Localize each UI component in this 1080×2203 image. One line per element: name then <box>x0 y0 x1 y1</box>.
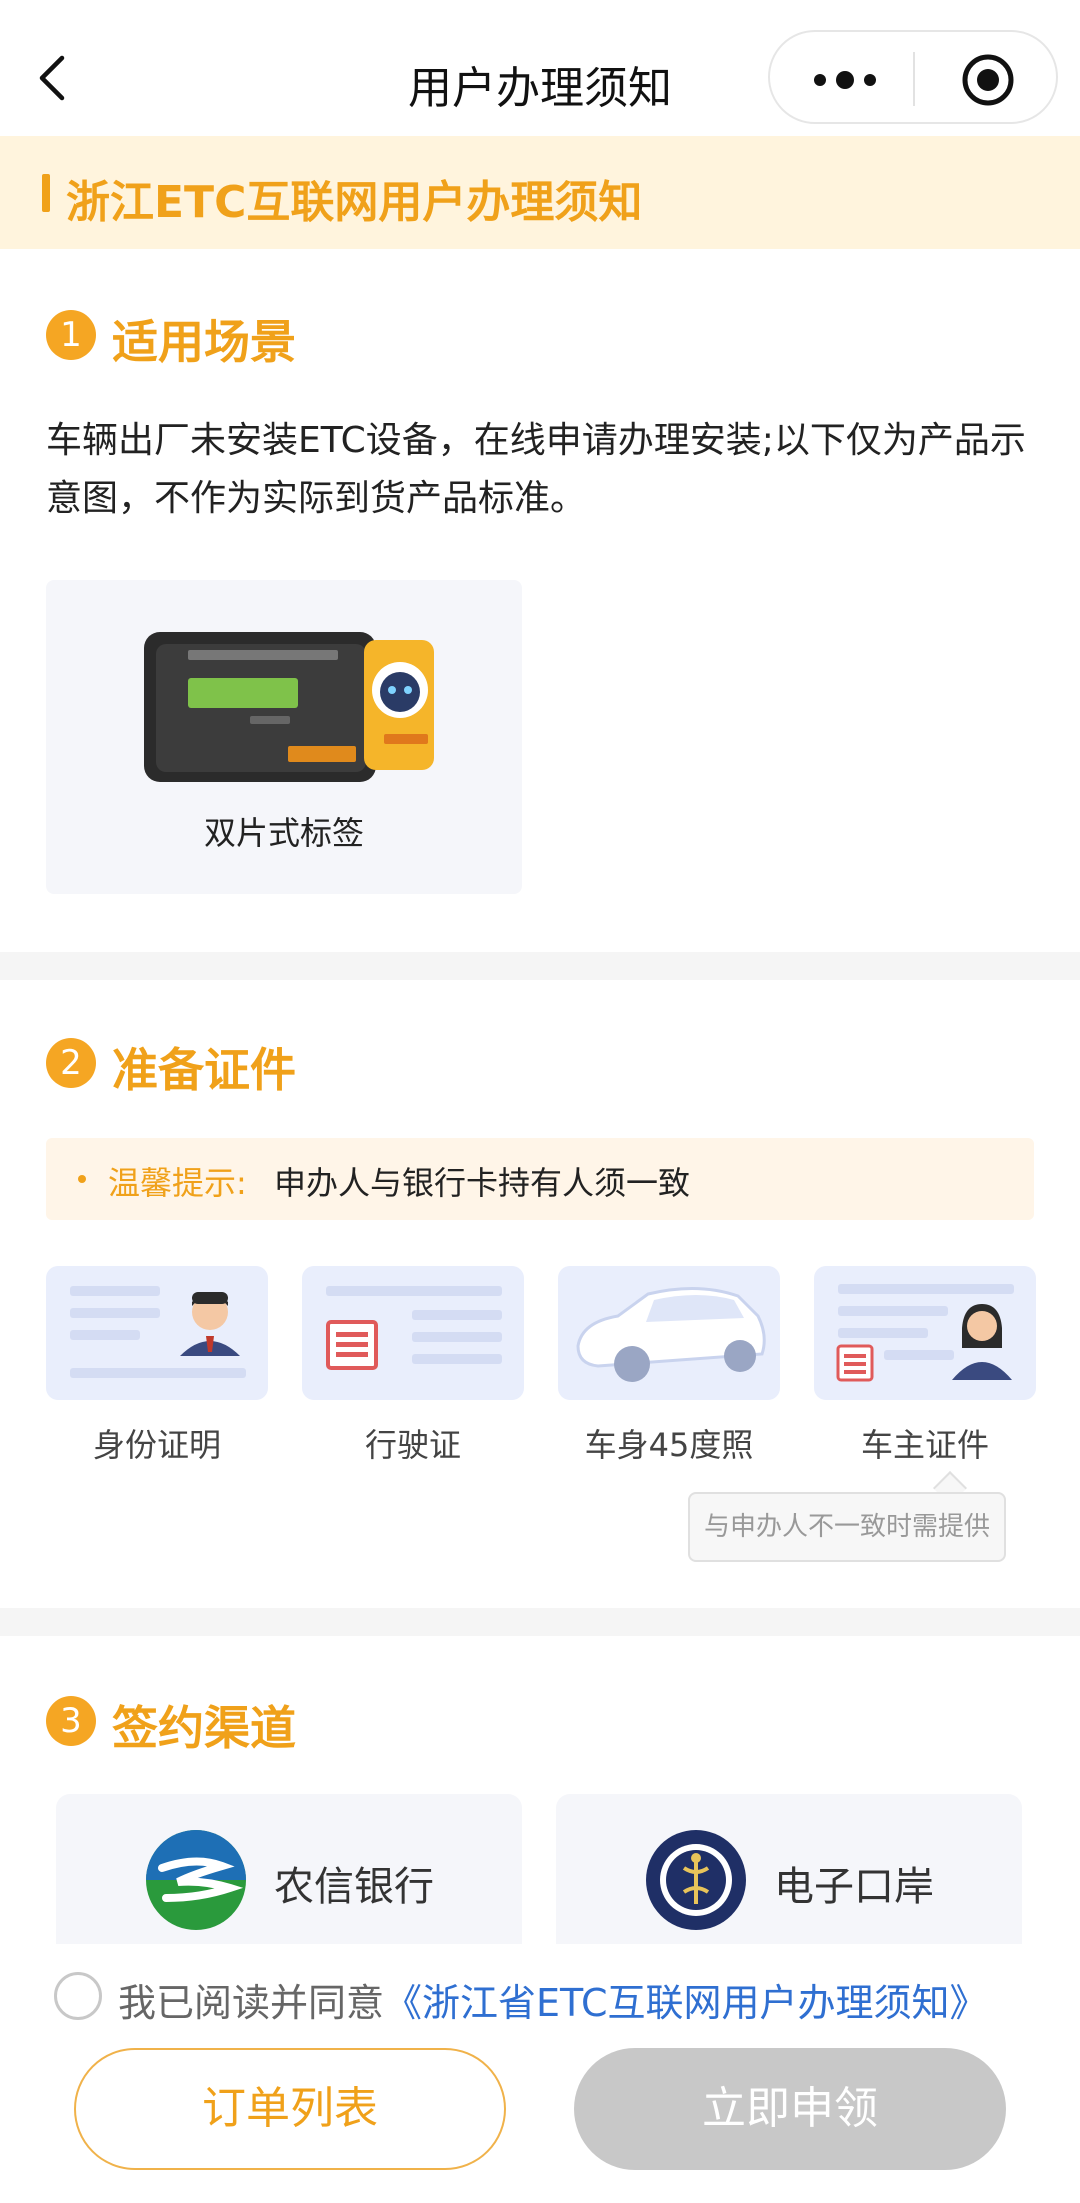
mini-program-capsule <box>768 30 1058 124</box>
channel-card-rural-bank[interactable]: 农信银行 <box>56 1794 522 1954</box>
bottom-action-bar: 我已阅读并同意《浙江省ETC互联网用户办理须知》 订单列表 立即申领 <box>0 1944 1080 2203</box>
tip-text: 申办人与银行卡持有人须一致 <box>274 1164 691 1202</box>
header-banner: 浙江ETC互联网用户办理须知 <box>0 136 1080 249</box>
warm-tip: 温馨提示: 申办人与银行卡持有人须一致 <box>46 1138 1034 1220</box>
section-title: 准备证件 <box>112 1043 296 1097</box>
channel-name: 农信银行 <box>274 1864 434 1910</box>
channel-name: 电子口岸 <box>774 1864 934 1910</box>
banner-accent-bar <box>42 174 50 212</box>
driving-license-icon <box>302 1266 524 1400</box>
section-divider <box>0 952 1080 980</box>
rural-credit-bank-logo <box>146 1830 246 1930</box>
section-number: 2 <box>46 1038 96 1088</box>
section-number: 3 <box>46 1696 96 1746</box>
product-caption: 双片式标签 <box>203 814 364 852</box>
section-title: 签约渠道 <box>112 1701 296 1755</box>
more-dots-icon[interactable] <box>810 60 880 100</box>
owner-tooltip: 与申办人不一致时需提供 <box>688 1492 1006 1562</box>
order-list-button[interactable]: 订单列表 <box>74 2048 506 2170</box>
e-port-logo <box>646 1830 746 1930</box>
record-icon[interactable] <box>960 52 1016 108</box>
owner-id-icon <box>814 1266 1036 1400</box>
capsule-divider <box>913 52 915 106</box>
agreement-text: 我已阅读并同意《浙江省ETC互联网用户办理须知》 <box>118 1972 988 2027</box>
doc-label-license: 行驶证 <box>364 1426 461 1464</box>
agreement-row: 我已阅读并同意《浙江省ETC互联网用户办理须知》 <box>54 1968 1064 2027</box>
banner-title: 浙江ETC互联网用户办理须知 <box>66 177 643 228</box>
section-divider <box>0 1608 1080 1636</box>
nav-bar: 用户办理须知 <box>0 0 1080 135</box>
agreement-prefix: 我已阅读并同意 <box>118 1981 385 2025</box>
scenario-description: 车辆出厂未安装ETC设备，在线申请办理安装;以下仅为产品示意图，不作为实际到货产… <box>46 420 1026 519</box>
section-title: 适用场景 <box>112 315 296 369</box>
doc-label-car-photo: 车身45度照 <box>584 1426 754 1464</box>
car-photo-icon <box>558 1266 780 1400</box>
tip-label: 温馨提示: <box>108 1164 247 1202</box>
agreement-radio[interactable] <box>54 1972 102 2020</box>
section-number: 1 <box>46 310 96 360</box>
channel-card-e-port[interactable]: 电子口岸 <box>556 1794 1022 1954</box>
apply-now-button[interactable]: 立即申领 <box>574 2048 1006 2170</box>
agreement-link[interactable]: 《浙江省ETC互联网用户办理须知》 <box>384 1981 988 2025</box>
doc-label-id: 身份证明 <box>92 1426 221 1464</box>
etc-device-image <box>144 632 434 782</box>
id-card-icon <box>46 1266 268 1400</box>
tip-bullet <box>78 1175 86 1183</box>
product-card: 双片式标签 <box>46 580 522 894</box>
doc-label-owner: 车主证件 <box>860 1426 989 1464</box>
